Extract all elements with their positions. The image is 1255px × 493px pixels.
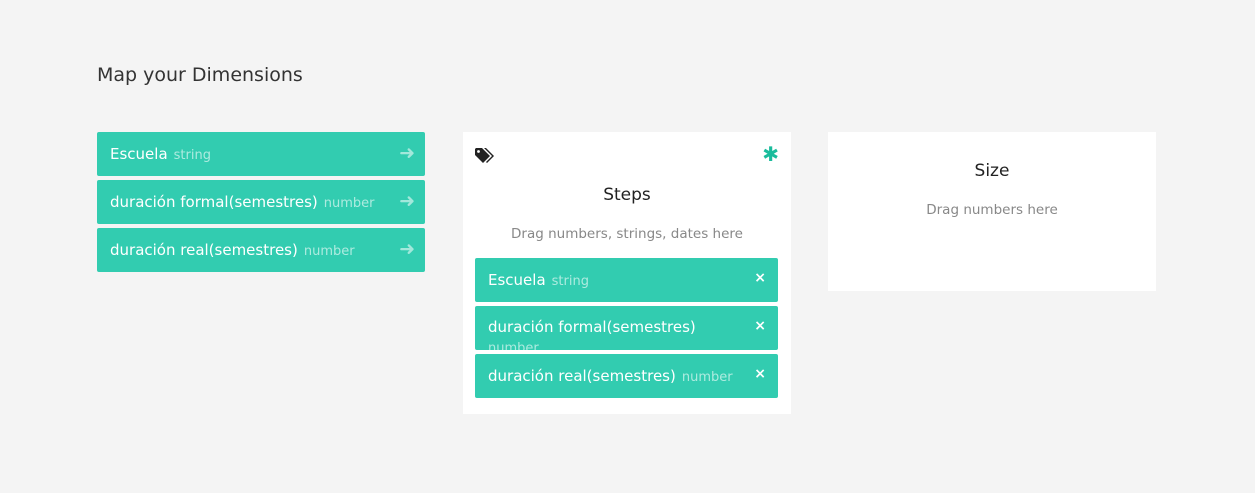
mapped-item[interactable]: Escuela string × bbox=[475, 258, 778, 302]
mapped-item[interactable]: duración real(semestres) number × bbox=[475, 354, 778, 398]
size-title: Size bbox=[974, 161, 1010, 181]
steps-title: Steps bbox=[603, 185, 651, 205]
arrow-right-icon: ➜ bbox=[399, 238, 415, 260]
asterisk-icon: ✱ bbox=[762, 142, 779, 166]
mapped-type: string bbox=[551, 274, 589, 289]
steps-hint: Drag numbers, strings, dates here bbox=[511, 226, 743, 242]
mapped-type: number bbox=[488, 341, 539, 350]
dimension-name: duración formal(semestres) bbox=[110, 193, 318, 211]
close-icon[interactable]: × bbox=[754, 306, 766, 346]
arrow-right-icon: ➜ bbox=[399, 142, 415, 164]
mapped-name: duración real(semestres) bbox=[488, 367, 676, 385]
mapped-name: duración formal(semestres) bbox=[488, 318, 696, 336]
dimension-item[interactable]: duración formal(semestres) number ➜ bbox=[97, 180, 425, 224]
dimension-type: string bbox=[173, 148, 211, 163]
dimension-name: Escuela bbox=[110, 145, 168, 163]
close-icon[interactable]: × bbox=[754, 258, 766, 298]
size-dropzone[interactable]: Size Drag numbers here bbox=[828, 132, 1156, 291]
arrow-right-icon: ➜ bbox=[399, 190, 415, 212]
dimension-item[interactable]: duración real(semestres) number ➜ bbox=[97, 228, 425, 272]
dimension-type: number bbox=[303, 244, 355, 259]
mapped-type: number bbox=[681, 370, 733, 385]
mapped-name: Escuela bbox=[488, 271, 546, 289]
close-icon[interactable]: × bbox=[754, 354, 766, 394]
mapped-item[interactable]: duración formal(semestres) number × bbox=[475, 306, 778, 350]
page-title: Map your Dimensions bbox=[97, 64, 303, 86]
steps-dropzone[interactable]: ✱ Steps Drag numbers, strings, dates her… bbox=[463, 132, 791, 414]
tags-icon bbox=[475, 148, 494, 163]
size-hint: Drag numbers here bbox=[926, 202, 1058, 218]
dimension-type: number bbox=[323, 196, 375, 211]
dimension-name: duración real(semestres) bbox=[110, 241, 298, 259]
dimension-item[interactable]: Escuela string ➜ bbox=[97, 132, 425, 176]
